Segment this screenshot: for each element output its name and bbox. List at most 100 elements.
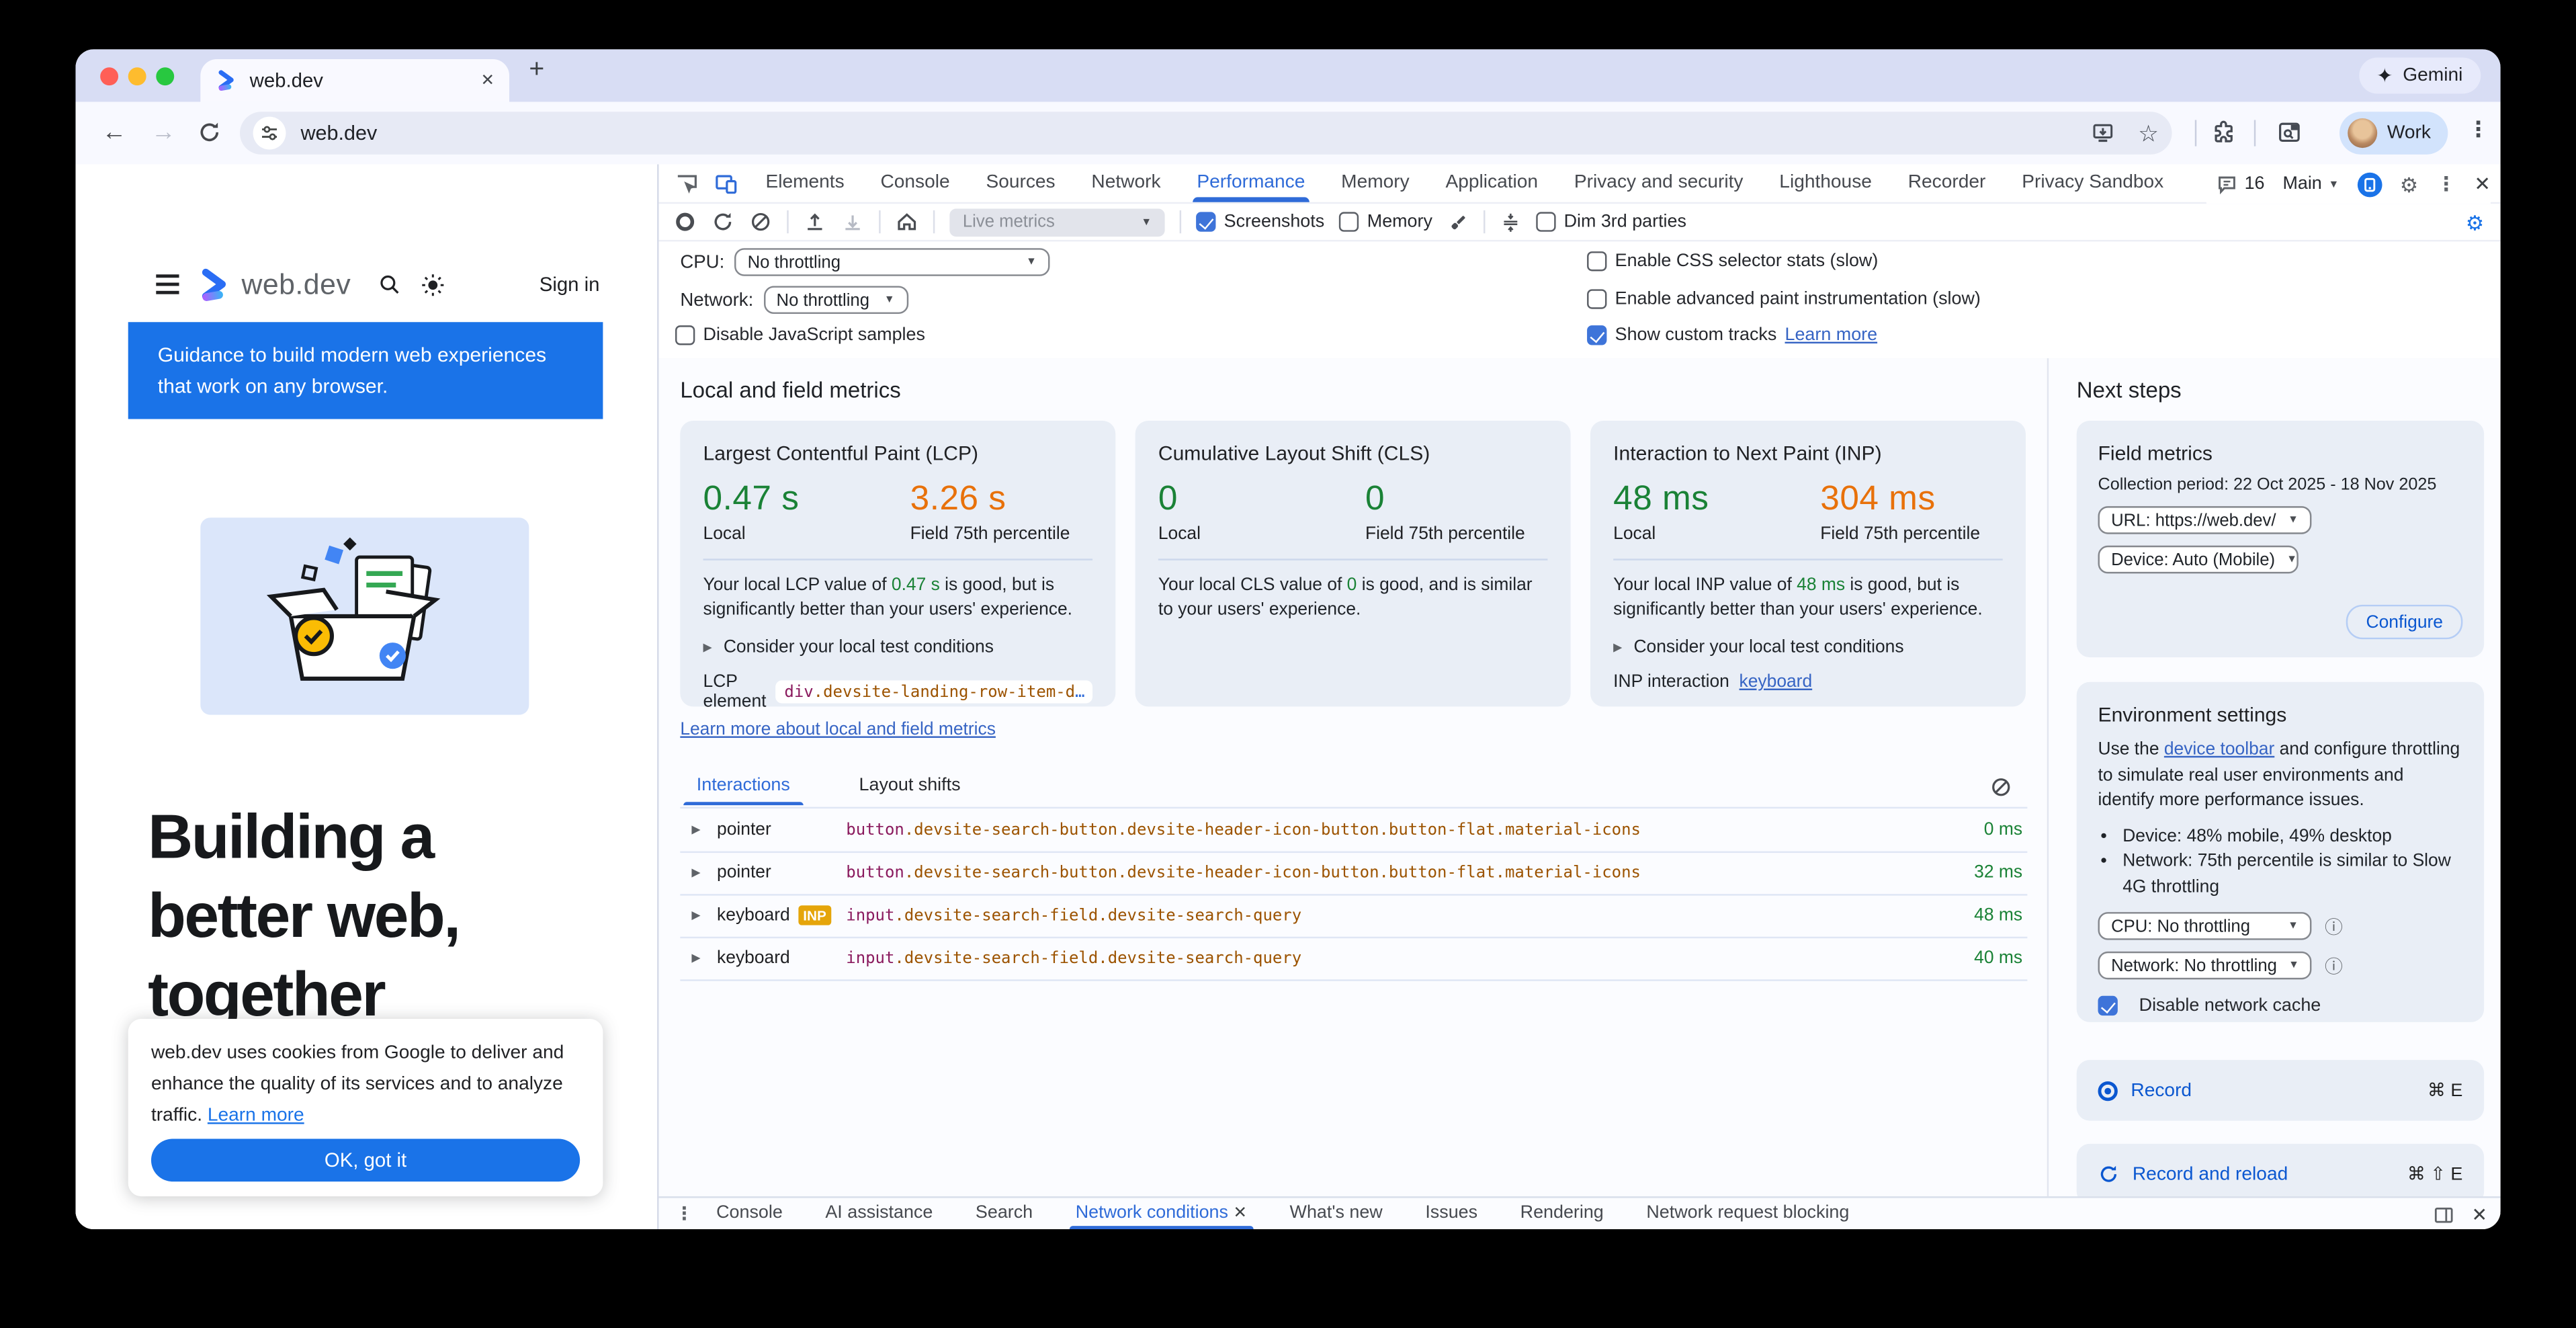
network-throttling-select[interactable]: No throttling▼: [763, 286, 908, 314]
metrics-learn-more-link[interactable]: Learn more about local and field metrics: [680, 720, 996, 739]
advanced-paint-checkbox[interactable]: Enable advanced paint instrumentation (s…: [1587, 289, 1981, 308]
issues-counter[interactable]: 16: [2217, 173, 2265, 195]
perf-settings-gear-icon[interactable]: ⚙: [2466, 210, 2484, 235]
extensions-icon[interactable]: [2211, 120, 2236, 144]
drawer-tab-whats-new[interactable]: What's new: [1290, 1197, 1383, 1229]
site-search-icon[interactable]: [377, 273, 400, 296]
tab-layout-shifts[interactable]: Layout shifts: [843, 772, 977, 805]
memory-checkbox[interactable]: Memory: [1339, 212, 1432, 231]
new-tab-button[interactable]: +: [529, 56, 544, 85]
gemini-button[interactable]: ✦ Gemini: [2358, 58, 2481, 94]
device-toolbar-link[interactable]: device toolbar: [2164, 739, 2274, 759]
record-and-reload-button[interactable]: Record and reload ⌘ ⇧ E: [2077, 1144, 2484, 1196]
cpu-throttling-select[interactable]: No throttling▼: [734, 248, 1049, 276]
devtools-close-icon[interactable]: ✕: [2474, 173, 2491, 196]
lcp-consider-expander[interactable]: ▶ Consider your local test conditions: [703, 638, 1093, 657]
drawer-tab-network-request-blocking[interactable]: Network request blocking: [1646, 1197, 1849, 1229]
triangle-expander-icon[interactable]: ▶: [691, 866, 700, 880]
close-window-button[interactable]: [100, 67, 118, 85]
tab-memory[interactable]: Memory: [1323, 165, 1427, 202]
dim-3rd-parties-checkbox[interactable]: Dim 3rd parties: [1536, 212, 1686, 231]
close-drawer-tab-icon[interactable]: ✕: [1233, 1204, 1247, 1222]
drawer-tab-ai-assistance[interactable]: AI assistance: [825, 1197, 933, 1229]
maximize-window-button[interactable]: [156, 67, 174, 85]
css-selector-stats-checkbox[interactable]: Enable CSS selector stats (slow): [1587, 251, 1878, 271]
tab-network[interactable]: Network: [1074, 165, 1179, 202]
field-device-select[interactable]: Device: Auto (Mobile)▼: [2098, 546, 2299, 574]
gc-brush-icon[interactable]: [1447, 211, 1469, 233]
devtools-settings-gear-icon[interactable]: ⚙: [2400, 172, 2418, 197]
configure-button[interactable]: Configure: [2346, 605, 2462, 639]
install-icon[interactable]: [2092, 122, 2115, 144]
disable-js-samples-checkbox[interactable]: Disable JavaScript samples: [675, 325, 925, 345]
cookie-ok-button[interactable]: OK, got it: [151, 1139, 580, 1182]
device-toolbar-icon[interactable]: [715, 172, 738, 195]
close-drawer-icon[interactable]: ✕: [2471, 1203, 2487, 1226]
tab-application[interactable]: Application: [1428, 165, 1556, 202]
tab-recorder[interactable]: Recorder: [1890, 165, 2004, 202]
inp-interaction-link[interactable]: keyboard: [1740, 672, 1813, 692]
minimize-window-button[interactable]: [128, 67, 146, 85]
device-mode-badge-icon[interactable]: [2357, 172, 2382, 197]
show-custom-tracks-checkbox[interactable]: Show custom tracks Learn more: [1587, 325, 1877, 345]
tab-performance[interactable]: Performance: [1178, 165, 1323, 202]
lcp-element-chip[interactable]: div.devsite-landing-row-item-d…: [776, 680, 1093, 703]
collapse-icon[interactable]: [1500, 211, 1521, 233]
toggle-sidebar-icon[interactable]: [2434, 1204, 2455, 1225]
webdev-logo-icon[interactable]: [197, 267, 231, 301]
tab-elements[interactable]: Elements: [748, 165, 863, 202]
devtools-menu-kebab-icon[interactable]: ⋮: [2436, 173, 2456, 196]
home-icon[interactable]: [896, 210, 918, 233]
env-cpu-select[interactable]: CPU: No throttling▼: [2098, 912, 2312, 940]
drawer-menu-kebab-icon[interactable]: ⋮: [675, 1203, 693, 1225]
triangle-expander-icon[interactable]: ▶: [691, 952, 700, 965]
profile-chip[interactable]: Work: [2339, 112, 2448, 155]
inp-consider-expander[interactable]: ▶ Consider your local test conditions: [1613, 638, 2003, 657]
tab-sources[interactable]: Sources: [968, 165, 1074, 202]
interaction-row[interactable]: ▶ pointer button.devsite-search-button.d…: [680, 852, 2027, 896]
interaction-row[interactable]: ▶ keyboard input.devsite-search-field.de…: [680, 937, 2027, 981]
tab-lighthouse[interactable]: Lighthouse: [1761, 165, 1889, 202]
browser-tab[interactable]: web.dev ✕: [200, 59, 509, 102]
tab-console[interactable]: Console: [863, 165, 968, 202]
forward-icon[interactable]: →: [151, 118, 176, 147]
env-network-select[interactable]: Network: No throttling▼: [2098, 952, 2312, 980]
triangle-expander-icon[interactable]: ▶: [691, 909, 700, 922]
drawer-tab-network-conditions[interactable]: Network conditions ✕: [1076, 1197, 1247, 1229]
close-tab-icon[interactable]: ✕: [480, 71, 495, 89]
side-panel-search-icon[interactable]: [2277, 120, 2302, 144]
drawer-tab-console[interactable]: Console: [716, 1197, 783, 1229]
main-context-dropdown[interactable]: Main▼: [2282, 174, 2339, 194]
load-profile-icon[interactable]: [804, 210, 826, 233]
url-text[interactable]: web.dev: [300, 122, 377, 144]
clear-icon[interactable]: [749, 210, 772, 233]
tab-privacy-security[interactable]: Privacy and security: [1556, 165, 1761, 202]
bookmark-star-icon[interactable]: ☆: [2138, 122, 2159, 144]
save-profile-icon[interactable]: [841, 210, 864, 233]
record-reload-icon[interactable]: [712, 210, 734, 233]
interaction-row[interactable]: ▶ keyboard INP input.devsite-search-fiel…: [680, 894, 2027, 938]
site-settings-icon[interactable]: [253, 117, 286, 150]
address-bar[interactable]: web.dev ☆: [240, 112, 2172, 155]
triangle-expander-icon[interactable]: ▶: [691, 823, 700, 837]
back-icon[interactable]: ←: [102, 118, 127, 147]
screenshots-checkbox[interactable]: Screenshots: [1196, 212, 1324, 231]
drawer-tab-issues[interactable]: Issues: [1425, 1197, 1477, 1229]
field-url-select[interactable]: URL: https://web.dev/▼: [2098, 506, 2312, 534]
cookie-learn-more-link[interactable]: Learn more: [208, 1106, 304, 1126]
inspect-element-icon[interactable]: [675, 172, 698, 195]
record-icon[interactable]: [674, 210, 697, 233]
custom-tracks-learn-more-link[interactable]: Learn more: [1785, 325, 1878, 345]
theme-toggle-sun-icon[interactable]: [420, 272, 445, 297]
site-brand[interactable]: web.dev: [241, 267, 351, 301]
drawer-tab-search[interactable]: Search: [976, 1197, 1033, 1229]
drawer-tab-rendering[interactable]: Rendering: [1520, 1197, 1604, 1229]
browser-menu-kebab-icon[interactable]: ⋮: [2468, 117, 2489, 143]
interaction-row[interactable]: ▶ pointer button.devsite-search-button.d…: [680, 808, 2027, 853]
record-button[interactable]: Record ⌘ E: [2077, 1060, 2484, 1120]
tab-privacy-sandbox[interactable]: Privacy Sandbox: [2004, 165, 2182, 202]
tab-interactions[interactable]: Interactions: [680, 772, 806, 805]
sign-in-link[interactable]: Sign in: [540, 273, 600, 296]
hamburger-menu-icon[interactable]: [156, 269, 179, 299]
disable-network-cache-checkbox[interactable]: Disable network cache: [2098, 996, 2463, 1015]
